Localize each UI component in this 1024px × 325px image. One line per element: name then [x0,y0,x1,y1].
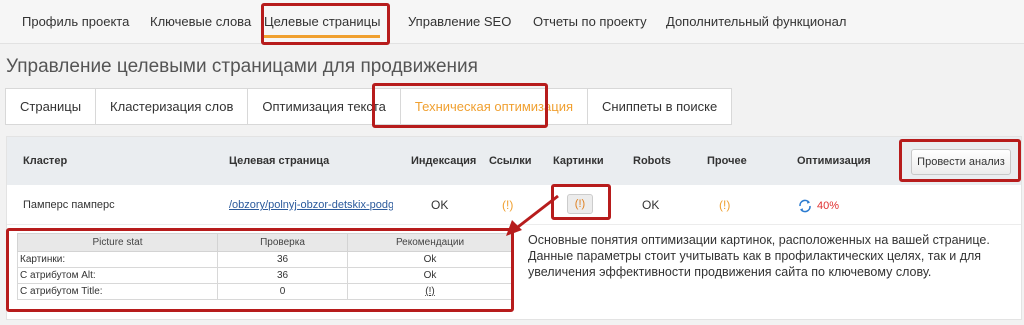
header-optimization[interactable]: Оптимизация [797,137,871,185]
stat-header-recommendations: Рекомендации [347,233,513,252]
stat-header-picture-stat: Picture stat [17,233,218,252]
run-analysis-button[interactable]: Провести анализ [911,149,1011,175]
target-page-link[interactable]: /obzory/polnyj-obzor-detskix-podgu [229,185,393,225]
cell-robots: OK [642,198,660,212]
subtab-text-optimization[interactable]: Оптимизация текста [248,88,401,125]
picture-stat-table: Picture stat Проверка Рекомендации Карти… [17,233,513,300]
stat-recommendation: Ok [347,251,513,268]
subtab-pages[interactable]: Страницы [5,88,97,125]
stat-recommendation-link[interactable]: (!) [347,283,513,300]
stat-label: С атрибутом Alt: [17,267,218,284]
cell-indexing: OK [431,198,449,212]
stat-value: 0 [217,283,348,300]
header-images[interactable]: Картинки [553,137,604,185]
header-robots[interactable]: Robots [633,137,671,185]
stat-label: Картинки: [17,251,218,268]
stat-header-check: Проверка [217,233,348,252]
stat-label: С атрибутом Title: [17,283,218,300]
cell-other-warning[interactable]: (!) [719,185,730,225]
header-links[interactable]: Ссылки [489,137,532,185]
header-indexing[interactable]: Индексация [411,137,476,185]
optimization-percent: 40% [817,200,840,212]
table-row: С атрибутом Title: 0 (!) [17,283,513,300]
tab-project-reports[interactable]: Отчеты по проекту [533,0,647,44]
cell-optimization: 40% [797,185,839,225]
tab-keywords[interactable]: Ключевые слова [150,0,251,44]
table-row: С атрибутом Alt: 36 Ok [17,267,513,284]
header-target-page[interactable]: Целевая страница [229,137,329,185]
cell-cluster: Памперс памперс [23,199,115,211]
images-optimization-description: Основные понятия оптимизации картинок, р… [528,233,990,279]
tab-additional-features[interactable]: Дополнительный функционал [666,0,846,44]
table-row: Картинки: 36 Ok [17,251,513,268]
stat-recommendation: Ok [347,267,513,284]
top-nav: Профиль проекта Ключевые слова Целевые с… [0,0,1024,44]
header-other[interactable]: Прочее [707,137,747,185]
subtab-search-snippets[interactable]: Сниппеты в поиске [588,88,733,125]
tab-target-pages[interactable]: Целевые страницы [256,0,388,44]
tab-project-profile[interactable]: Профиль проекта [22,0,129,44]
active-tab-underline [264,35,381,38]
subtab-word-clustering[interactable]: Кластеризация слов [96,88,249,125]
tab-target-pages-label: Целевые страницы [264,14,381,29]
page-title: Управление целевыми страницами для продв… [6,56,478,77]
header-cluster[interactable]: Кластер [23,137,67,185]
sub-tabs: Страницы Кластеризация слов Оптимизация … [5,88,733,125]
stat-value: 36 [217,267,348,284]
subtab-technical-optimization[interactable]: Техническая оптимизация [400,88,588,125]
images-warning-button[interactable]: (!) [567,194,593,214]
stat-value: 36 [217,251,348,268]
refresh-icon[interactable] [797,198,813,214]
table-header: Кластер Целевая страница Индексация Ссыл… [7,137,1021,185]
tab-seo-management[interactable]: Управление SEO [408,0,511,44]
